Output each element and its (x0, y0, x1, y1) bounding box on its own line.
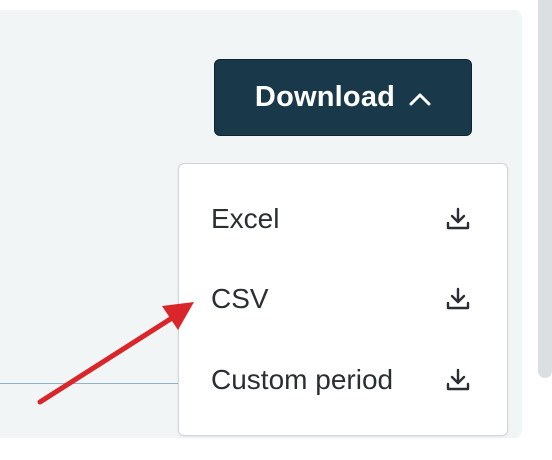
chart-divider-line (0, 383, 180, 384)
menu-item-excel[interactable]: Excel (179, 189, 507, 249)
scrollbar-thumb[interactable] (538, 0, 552, 378)
menu-item-label: CSV (211, 283, 269, 314)
download-button-label: Download (254, 81, 396, 113)
download-icon (446, 368, 470, 391)
menu-item-label: Excel (211, 203, 280, 234)
menu-item-csv[interactable]: CSV (179, 269, 507, 329)
download-button[interactable]: Download (214, 59, 472, 136)
menu-item-label: Custom period (211, 364, 394, 395)
download-icon (446, 287, 470, 310)
chevron-up-icon (409, 93, 431, 105)
download-icon (446, 207, 470, 230)
menu-item-custom-period[interactable]: Custom period (179, 350, 507, 410)
